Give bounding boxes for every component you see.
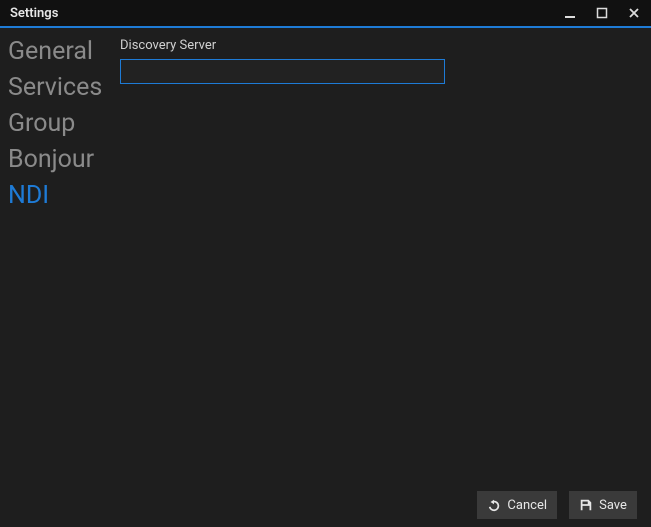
minimize-button[interactable] (561, 4, 579, 22)
close-icon (628, 7, 640, 19)
sidebar-item-ndi[interactable]: NDI (8, 178, 114, 214)
window-title: Settings (10, 6, 58, 21)
sidebar-item-services[interactable]: Services (8, 70, 114, 106)
discovery-server-input[interactable] (120, 59, 445, 84)
discovery-server-label: Discovery Server (120, 38, 637, 53)
titlebar: Settings (0, 0, 651, 28)
settings-sidebar: General Services Group Bonjour NDI (0, 28, 114, 483)
settings-body: General Services Group Bonjour NDI Disco… (0, 28, 651, 483)
sidebar-item-bonjour[interactable]: Bonjour (8, 142, 114, 178)
cancel-button[interactable]: Cancel (477, 491, 557, 519)
maximize-icon (596, 7, 608, 19)
sidebar-item-general[interactable]: General (8, 34, 114, 70)
settings-panel-ndi: Discovery Server (114, 28, 651, 483)
minimize-icon (564, 7, 576, 19)
save-button[interactable]: Save (569, 491, 637, 519)
save-icon (579, 498, 593, 512)
sidebar-item-group[interactable]: Group (8, 106, 114, 142)
settings-footer: Cancel Save (0, 483, 651, 527)
save-button-label: Save (599, 498, 627, 513)
maximize-button[interactable] (593, 4, 611, 22)
close-button[interactable] (625, 4, 643, 22)
cancel-button-label: Cancel (507, 498, 547, 513)
undo-icon (487, 498, 501, 512)
